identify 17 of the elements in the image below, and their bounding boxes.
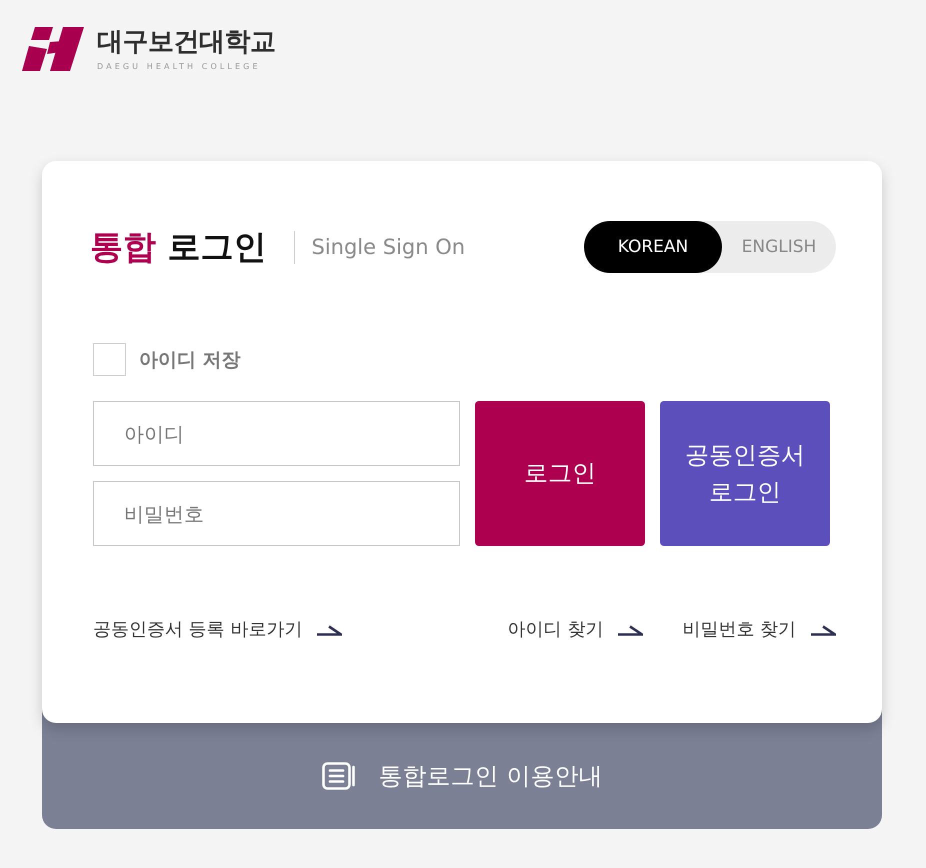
password-input-field[interactable]: 비밀번호 (93, 481, 460, 546)
college-name: 대구보건대학교 (97, 28, 276, 56)
logo-icon (22, 27, 84, 72)
login-guide-link[interactable]: 통합로그인 이용안내 (322, 760, 602, 792)
login-button[interactable]: 로그인 (475, 401, 645, 546)
find-id-link[interactable]: 아이디 찾기 (508, 616, 644, 644)
certificate-register-link[interactable]: 공동인증서 등록 바로가기 (93, 616, 342, 644)
login-subtitle: Single Sign On (312, 235, 466, 259)
find-password-link[interactable]: 비밀번호 찾기 (682, 616, 836, 644)
remember-id-label: 아이디 저장 (139, 348, 241, 372)
newspaper-icon (322, 762, 357, 790)
language-tab[interactable]: KOREAN (584, 221, 722, 273)
id-input-field[interactable]: 아이디 (93, 401, 460, 466)
remember-id-checkbox[interactable] (93, 343, 126, 376)
college-subtitle: DAEGU HEALTH COLLEGE (97, 62, 262, 72)
login-title: 통합 로그인 (90, 226, 266, 268)
certificate-login-button[interactable]: 공동인증서 로그인 (660, 401, 830, 546)
